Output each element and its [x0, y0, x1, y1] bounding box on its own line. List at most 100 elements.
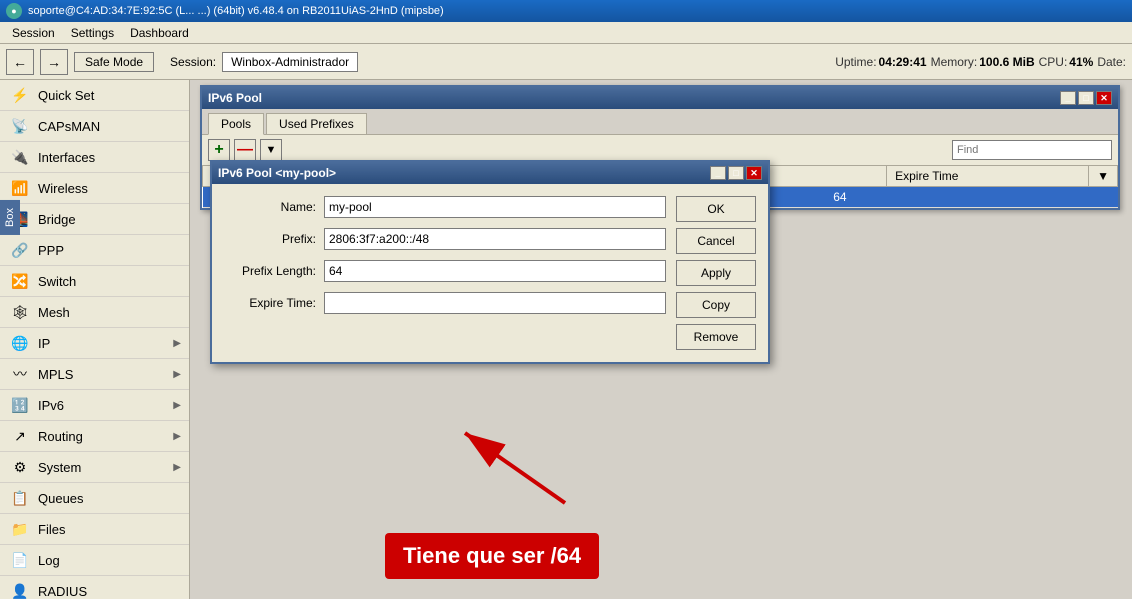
expire-time-input[interactable] [324, 292, 666, 314]
ipv6-pool-dialog: IPv6 Pool <my-pool> _ □ ✕ Name: Prefix: [210, 160, 770, 364]
maximize-button[interactable]: □ [1078, 91, 1094, 105]
sidebar-item-quick-set[interactable]: ⚡ Quick Set [0, 80, 189, 111]
form-row-prefix: Prefix: [224, 228, 666, 250]
menu-bar: Session Settings Dashboard [0, 22, 1132, 44]
tab-pools[interactable]: Pools [208, 113, 264, 135]
remove-button[interactable]: — [234, 139, 256, 161]
sidebar-item-routing[interactable]: ↗ Routing ▶ [0, 421, 189, 452]
add-button[interactable]: + [208, 139, 230, 161]
toolbar: ← → Safe Mode Session: Winbox-Administra… [0, 44, 1132, 80]
system-arrow-icon: ▶ [173, 462, 181, 473]
uptime-value: 04:29:41 [879, 55, 927, 69]
radius-icon: 👤 [10, 581, 30, 599]
tab-used-prefixes[interactable]: Used Prefixes [266, 113, 367, 134]
log-icon: 📄 [10, 550, 30, 570]
find-input[interactable] [952, 140, 1112, 160]
switch-icon: 🔀 [10, 271, 30, 291]
annotation-text: Tiene que ser /64 [385, 533, 599, 579]
prefix-length-input[interactable] [324, 260, 666, 282]
sidebar-item-capsman[interactable]: 📡 CAPsMAN [0, 111, 189, 142]
close-button[interactable]: ✕ [1096, 91, 1112, 105]
memory-label: Memory: [931, 55, 978, 69]
mesh-icon: 🕸 [10, 302, 30, 322]
safe-mode-button[interactable]: Safe Mode [74, 52, 154, 72]
dialog-minimize-button[interactable]: _ [710, 166, 726, 180]
session-value: Winbox-Administrador [222, 52, 358, 72]
sidebar-item-mesh[interactable]: 🕸 Mesh [0, 297, 189, 328]
sidebar-label-interfaces: Interfaces [38, 150, 95, 165]
sidebar-item-interfaces[interactable]: 🔌 Interfaces [0, 142, 189, 173]
sidebar-item-radius[interactable]: 👤 RADIUS [0, 576, 189, 599]
apply-button[interactable]: Apply [676, 260, 756, 286]
window-controls: _ □ ✕ [1060, 91, 1112, 105]
status-bar-right: Uptime: 04:29:41 Memory: 100.6 MiB CPU: … [835, 55, 1126, 69]
cpu-label: CPU: [1039, 55, 1068, 69]
name-input[interactable] [324, 196, 666, 218]
sidebar-label-ipv6: IPv6 [38, 398, 64, 413]
sidebar-item-system[interactable]: ⚙ System ▶ [0, 452, 189, 483]
dialog-close-button[interactable]: ✕ [746, 166, 762, 180]
system-icon: ⚙ [10, 457, 30, 477]
memory-value: 100.6 MiB [979, 55, 1034, 69]
name-label: Name: [224, 200, 324, 214]
sidebar-label-radius: RADIUS [38, 584, 87, 599]
session-label: Session: [170, 55, 216, 69]
sidebar-item-ppp[interactable]: 🔗 PPP [0, 235, 189, 266]
sidebar-label-queues: Queues [38, 491, 84, 506]
dialog-title-bar: IPv6 Pool <my-pool> _ □ ✕ [212, 162, 768, 184]
tab-bar: Pools Used Prefixes [202, 109, 1118, 135]
col-dropdown[interactable]: ▼ [1089, 166, 1118, 187]
routing-arrow-icon: ▶ [173, 431, 181, 442]
uptime-label: Uptime: [835, 55, 876, 69]
menu-session[interactable]: Session [4, 24, 63, 42]
sidebar-item-queues[interactable]: 📋 Queues [0, 483, 189, 514]
filter-button[interactable]: ▼ [260, 139, 282, 161]
minimize-button[interactable]: _ [1060, 91, 1076, 105]
prefix-input[interactable] [324, 228, 666, 250]
sidebar-label-mesh: Mesh [38, 305, 70, 320]
cpu-value: 41% [1069, 55, 1093, 69]
sidebar-item-wireless[interactable]: 📶 Wireless [0, 173, 189, 204]
form-area: Name: Prefix: Prefix Length: Expire Time… [224, 196, 666, 350]
sidebar-item-switch[interactable]: 🔀 Switch [0, 266, 189, 297]
sidebar-item-log[interactable]: 📄 Log [0, 545, 189, 576]
wireless-icon: 📶 [10, 178, 30, 198]
cell-extra [1089, 187, 1118, 208]
sidebar-label-ppp: PPP [38, 243, 64, 258]
forward-button[interactable]: → [40, 49, 68, 75]
back-button[interactable]: ← [6, 49, 34, 75]
remove-button[interactable]: Remove [676, 324, 756, 350]
ip-arrow-icon: ▶ [173, 338, 181, 349]
dialog-title-text: IPv6 Pool <my-pool> [218, 166, 336, 180]
sidebar-item-ipv6[interactable]: 🔢 IPv6 ▶ [0, 390, 189, 421]
sidebar-label-routing: Routing [38, 429, 83, 444]
cancel-button[interactable]: Cancel [676, 228, 756, 254]
dialog-btn-area: OK Cancel Apply Copy Remove [676, 196, 756, 350]
ok-button[interactable]: OK [676, 196, 756, 222]
sidebar-item-files[interactable]: 📁 Files [0, 514, 189, 545]
main-layout: Box ⚡ Quick Set 📡 CAPsMAN 🔌 Interfaces 📶… [0, 80, 1132, 599]
ip-icon: 🌐 [10, 333, 30, 353]
dialog-maximize-button[interactable]: □ [728, 166, 744, 180]
window-title-text: IPv6 Pool [208, 91, 262, 105]
form-row-prefix-length: Prefix Length: [224, 260, 666, 282]
sidebar-item-ip[interactable]: 🌐 IP ▶ [0, 328, 189, 359]
app-icon: ● [6, 3, 22, 19]
sidebar: ⚡ Quick Set 📡 CAPsMAN 🔌 Interfaces 📶 Wir… [0, 80, 190, 599]
dialog-body: Name: Prefix: Prefix Length: Expire Time… [212, 184, 768, 362]
sidebar-item-bridge[interactable]: 🌉 Bridge [0, 204, 189, 235]
dialog-window-controls: _ □ ✕ [710, 166, 762, 180]
ipv6-arrow-icon: ▶ [173, 400, 181, 411]
col-expire-time: Expire Time [887, 166, 1089, 187]
copy-button[interactable]: Copy [676, 292, 756, 318]
menu-dashboard[interactable]: Dashboard [122, 24, 197, 42]
expire-time-label: Expire Time: [224, 296, 324, 310]
winbox-label: Box [0, 200, 20, 235]
prefix-length-label: Prefix Length: [224, 264, 324, 278]
sidebar-label-log: Log [38, 553, 60, 568]
mpls-arrow-icon: ▶ [173, 369, 181, 380]
sidebar-item-mpls[interactable]: 〰 MPLS ▶ [0, 359, 189, 390]
sidebar-label-switch: Switch [38, 274, 76, 289]
sidebar-label-capsman: CAPsMAN [38, 119, 100, 134]
menu-settings[interactable]: Settings [63, 24, 122, 42]
